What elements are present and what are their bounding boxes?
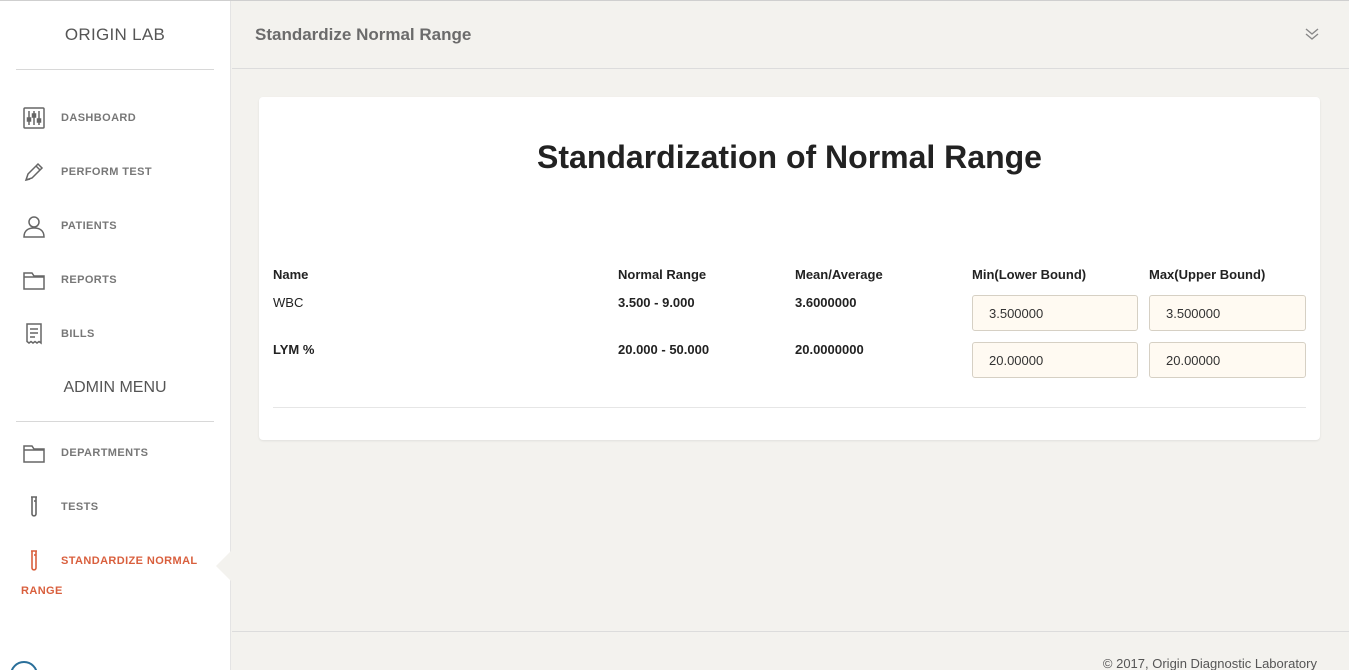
cell-normal-range: 20.000 - 50.000	[618, 342, 710, 357]
nav-item-departments[interactable]: DEPARTMENTS	[0, 426, 230, 480]
folder-icon	[21, 440, 47, 466]
avatar[interactable]	[10, 661, 38, 670]
user-icon	[21, 213, 47, 239]
nav-label: BILLS	[61, 328, 95, 340]
nav-label: PERFORM TEST	[61, 166, 152, 178]
standardize-card: Standardization of Normal Range Name Nor…	[259, 97, 1320, 440]
test-tube-icon	[21, 548, 47, 574]
admin-nav: DEPARTMENTS TESTS STANDARDIZE NORMAL RAN…	[0, 422, 231, 614]
card-divider	[273, 407, 1306, 408]
cell-mean: 20.0000000	[795, 342, 864, 357]
min-lower-bound-input[interactable]	[972, 342, 1138, 378]
copyright-text: © 2017, Origin Diagnostic Laboratory	[1102, 656, 1317, 670]
nav-item-reports[interactable]: REPORTS	[0, 253, 230, 307]
nav-label: DASHBOARD	[61, 112, 137, 124]
nav-label: REPORTS	[61, 274, 117, 286]
card-title: Standardization of Normal Range	[537, 139, 1042, 175]
active-indicator	[216, 551, 231, 581]
page-header: Standardize Normal Range	[232, 1, 1349, 69]
pencil-icon	[21, 159, 47, 185]
nav-item-tests[interactable]: TESTS	[0, 480, 230, 534]
chevron-down-icon[interactable]	[1303, 25, 1321, 43]
column-header-mean: Mean/Average	[795, 267, 883, 282]
column-header-max: Max(Upper Bound)	[1149, 267, 1266, 282]
min-lower-bound-input[interactable]	[972, 295, 1138, 331]
page-footer: © 2017, Origin Diagnostic Laboratory	[232, 631, 1349, 670]
cell-name: LYM %	[273, 342, 315, 357]
cell-name: WBC	[273, 295, 304, 310]
nav-label: TESTS	[61, 501, 99, 513]
column-header-min: Min(Lower Bound)	[972, 267, 1087, 282]
page-title: Standardize Normal Range	[255, 24, 472, 44]
nav-item-perform-test[interactable]: PERFORM TEST	[0, 145, 230, 199]
nav-item-bills[interactable]: BILLS	[0, 307, 230, 361]
nav-item-dashboard[interactable]: DASHBOARD	[0, 91, 230, 145]
brand-logo[interactable]: ORIGIN LAB	[0, 1, 230, 69]
receipt-icon	[21, 321, 47, 347]
folder-icon	[21, 267, 47, 293]
nav-item-row[interactable]: STANDARDIZE NORMAL	[0, 534, 230, 588]
nav-item-standardize-normal-range[interactable]: STANDARDIZE NORMAL RANGE	[0, 534, 231, 614]
column-header-normal-range: Normal Range	[618, 267, 707, 282]
cell-mean: 3.6000000	[795, 295, 857, 310]
nav-item-patients[interactable]: PATIENTS	[0, 199, 230, 253]
main-nav: DASHBOARD PERFORM TEST PATIENTS REPORTS …	[0, 70, 230, 361]
nav-label-line2: RANGE	[21, 585, 63, 597]
max-upper-bound-input[interactable]	[1149, 295, 1306, 331]
nav-label: PATIENTS	[61, 220, 117, 232]
nav-label: STANDARDIZE NORMAL	[61, 555, 198, 567]
sidebar: ORIGIN LAB DASHBOARD PERFORM TEST PATIEN…	[0, 1, 231, 670]
nav-label: DEPARTMENTS	[61, 447, 149, 459]
sliders-icon	[21, 105, 47, 131]
test-tube-icon	[21, 494, 47, 520]
max-upper-bound-input[interactable]	[1149, 342, 1306, 378]
cell-normal-range: 3.500 - 9.000	[618, 295, 695, 310]
column-header-name: Name	[273, 267, 309, 282]
admin-menu-heading: ADMIN MENU	[63, 379, 167, 396]
